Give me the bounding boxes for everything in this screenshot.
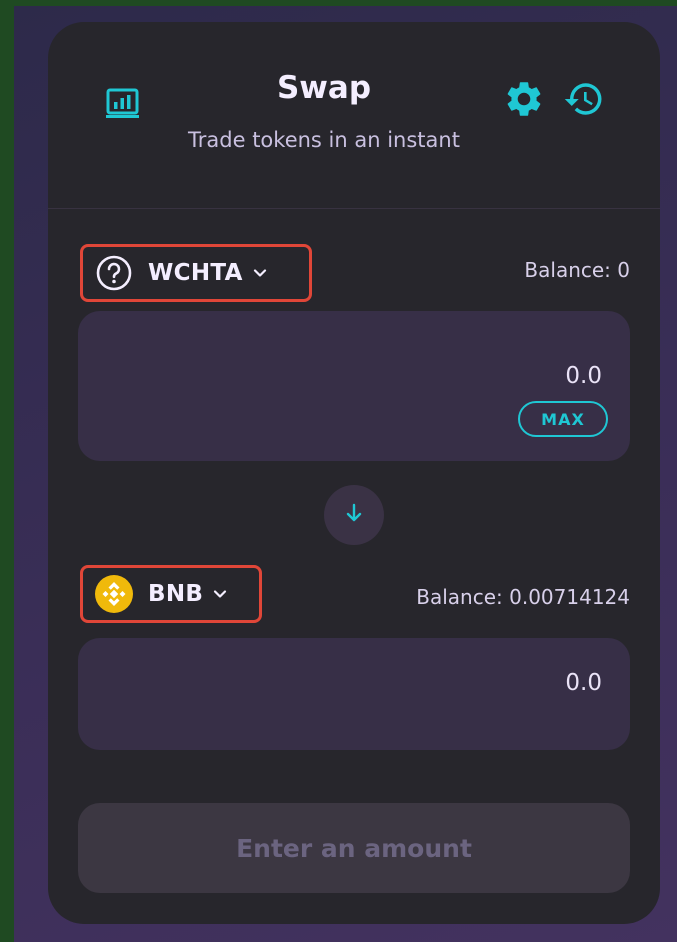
to-amount-panel xyxy=(78,638,630,750)
from-amount-panel: MAX xyxy=(78,311,630,461)
to-amount-input[interactable] xyxy=(302,670,602,696)
gear-icon[interactable] xyxy=(503,78,545,120)
page-subtitle: Trade tokens in an instant xyxy=(188,128,460,152)
from-balance: Balance: 0 xyxy=(524,258,630,282)
from-token-symbol: WCHTA xyxy=(148,260,243,286)
history-icon[interactable] xyxy=(563,78,605,120)
from-amount-input[interactable] xyxy=(302,363,602,389)
question-circle-icon xyxy=(94,253,134,293)
bnb-token-icon xyxy=(94,574,134,614)
chevron-down-icon xyxy=(252,265,268,281)
enter-amount-button[interactable]: Enter an amount xyxy=(78,803,630,893)
to-token-selector[interactable]: BNB xyxy=(80,565,262,623)
chevron-down-icon xyxy=(212,586,228,602)
from-token-selector[interactable]: WCHTA xyxy=(80,244,312,302)
arrow-down-icon xyxy=(343,502,365,528)
swap-header: Swap Trade tokens in an instant xyxy=(48,22,660,209)
to-balance: Balance: 0.00714124 xyxy=(416,585,630,609)
to-token-symbol: BNB xyxy=(148,581,204,607)
max-button[interactable]: MAX xyxy=(518,401,608,437)
swap-card: Swap Trade tokens in an instant WCHTA Ba… xyxy=(48,22,660,924)
switch-tokens-button[interactable] xyxy=(324,485,384,545)
